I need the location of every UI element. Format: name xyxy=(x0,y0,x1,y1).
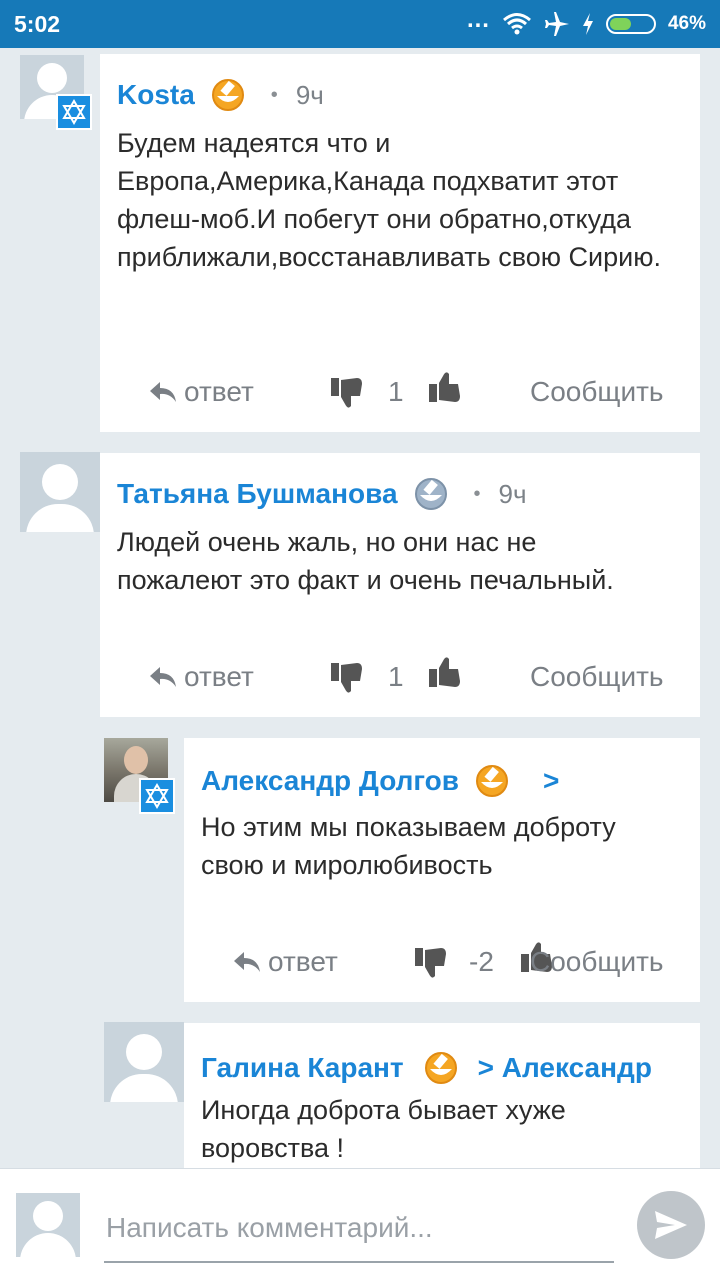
comment-actions: ответ 1 Сообщить xyxy=(100,657,700,697)
reply-label: ответ xyxy=(184,661,254,692)
battery-icon xyxy=(605,14,656,34)
comment-composer xyxy=(0,1168,720,1281)
comment-header: Галина Карант > Александр xyxy=(201,1051,652,1085)
comment-card: Татьяна Бушманова • 9ч Людей очень жаль,… xyxy=(100,453,700,717)
avatar[interactable] xyxy=(20,452,100,532)
more-notifications-icon: ... xyxy=(466,6,490,33)
input-underline xyxy=(104,1261,614,1263)
report-button[interactable]: Сообщить xyxy=(530,942,664,982)
status-bar: 5:02 ... 46% xyxy=(0,0,720,48)
gold-medal-icon xyxy=(211,79,244,111)
thumbs-down-icon[interactable] xyxy=(330,376,364,410)
report-button[interactable]: Сообщить xyxy=(530,372,664,412)
status-time: 5:02 xyxy=(14,11,61,37)
reply-arrow[interactable]: > xyxy=(543,765,559,797)
silver-medal-icon xyxy=(414,478,447,510)
reply-button[interactable]: ответ xyxy=(148,657,254,697)
comment-text: Иногда доброта бывает хуже воровства ! xyxy=(201,1095,566,1163)
comment-text: Людей очень жаль, но они нас не пожалеют… xyxy=(117,527,614,595)
reply-label: ответ xyxy=(268,946,338,977)
separator-dot: • xyxy=(270,83,278,106)
comment-actions: ответ -2 Сообщить xyxy=(184,942,700,982)
separator-dot: • xyxy=(473,482,481,505)
reply-button[interactable]: ответ xyxy=(148,372,254,412)
status-icons: ... 46% xyxy=(467,6,706,38)
star-of-david-icon xyxy=(139,778,175,814)
reply-label: ответ xyxy=(184,376,254,407)
comment-header: Kosta • 9ч xyxy=(117,78,324,112)
comment-input[interactable] xyxy=(104,1199,618,1257)
reply-arrow-icon xyxy=(150,382,176,402)
comment-actions: ответ 1 Сообщить xyxy=(100,372,700,412)
comment-card: Александр Долгов > Но этим мы показываем… xyxy=(184,738,700,1002)
thumbs-up-icon[interactable] xyxy=(428,655,462,689)
send-icon xyxy=(655,1211,687,1239)
report-button[interactable]: Сообщить xyxy=(530,657,664,697)
send-button[interactable] xyxy=(637,1191,705,1259)
avatar[interactable] xyxy=(104,1022,184,1102)
reply-arrow-icon xyxy=(150,667,176,687)
comment-header: Татьяна Бушманова • 9ч xyxy=(117,477,527,511)
thumbs-down-icon[interactable] xyxy=(414,946,448,980)
charging-icon xyxy=(582,13,593,35)
airplane-icon xyxy=(544,12,569,36)
comment-text: Будем надеятся что и Европа,Америка,Кана… xyxy=(117,128,661,272)
vote-count: 1 xyxy=(388,376,404,407)
star-of-david-icon xyxy=(56,94,92,130)
gold-medal-icon xyxy=(424,1052,457,1084)
author-name[interactable]: Александр Долгов xyxy=(201,765,459,797)
author-name[interactable]: Галина Карант xyxy=(201,1052,404,1084)
vote-count: -2 xyxy=(469,946,494,977)
reply-button[interactable]: ответ xyxy=(232,942,338,982)
battery-percent: 46% xyxy=(667,13,706,34)
comment-time: 9ч xyxy=(498,478,527,509)
vote-count: 1 xyxy=(388,661,404,692)
author-name[interactable]: Kosta xyxy=(117,79,195,111)
thumbs-up-icon[interactable] xyxy=(428,370,462,404)
thumbs-down-icon[interactable] xyxy=(330,661,364,695)
my-avatar xyxy=(16,1193,80,1257)
comment-header: Александр Долгов > xyxy=(201,764,559,798)
comment-card: Галина Карант > Александр Иногда доброта… xyxy=(184,1023,700,1173)
gold-medal-icon xyxy=(476,765,509,797)
comment-card: Kosta • 9ч Будем надеятся что и Европа,А… xyxy=(100,54,700,432)
author-name[interactable]: Татьяна Бушманова xyxy=(117,478,398,510)
reply-arrow-icon xyxy=(234,952,260,972)
comment-time: 9ч xyxy=(295,79,324,110)
comment-text: Но этим мы показываем доброту свою и мир… xyxy=(201,812,616,880)
reply-to-link[interactable]: > Александр xyxy=(478,1052,652,1084)
wifi-icon xyxy=(503,13,531,35)
